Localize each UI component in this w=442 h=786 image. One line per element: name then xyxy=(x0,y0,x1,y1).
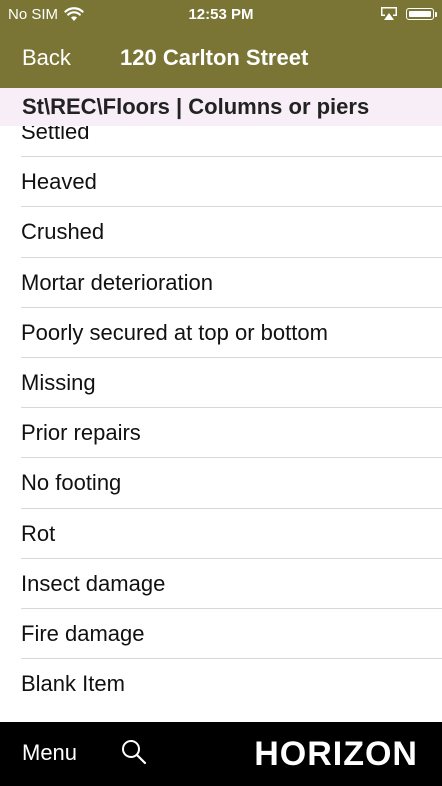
item-list[interactable]: Settled Heaved Crushed Mortar deteriorat… xyxy=(0,107,442,722)
list-item[interactable]: Blank Item xyxy=(21,659,442,709)
list-item[interactable]: Poorly secured at top or bottom xyxy=(21,308,442,358)
bottom-bar: Menu HORIZON xyxy=(0,722,442,786)
status-bar: No SIM 12:53 PM xyxy=(0,0,442,30)
battery-icon xyxy=(406,7,437,20)
brand-logo: HORIZON xyxy=(254,735,418,773)
list-item[interactable]: Prior repairs xyxy=(21,408,442,459)
section-header: St\REC\Floors | Columns or piers xyxy=(0,88,442,126)
status-right xyxy=(380,6,437,21)
status-time: 12:53 PM xyxy=(188,6,254,23)
airplay-icon xyxy=(381,7,397,20)
page-title: 120 Carlton Street xyxy=(120,45,309,70)
list-item[interactable]: Rot xyxy=(21,509,442,559)
list-item[interactable]: Insect damage xyxy=(21,559,442,609)
list-item[interactable]: Mortar deterioration xyxy=(21,258,442,308)
list-item[interactable]: Crushed xyxy=(21,207,442,258)
list-item[interactable]: Heaved xyxy=(21,157,442,208)
list-item[interactable]: Fire damage xyxy=(21,609,442,660)
navigation-bar: Back 120 Carlton Street xyxy=(0,30,442,88)
list-item[interactable]: No footing xyxy=(21,458,442,509)
menu-button[interactable]: Menu xyxy=(22,740,77,766)
back-button[interactable]: Back xyxy=(22,45,71,71)
list-item[interactable]: Missing xyxy=(21,358,442,409)
search-icon[interactable] xyxy=(120,738,148,766)
